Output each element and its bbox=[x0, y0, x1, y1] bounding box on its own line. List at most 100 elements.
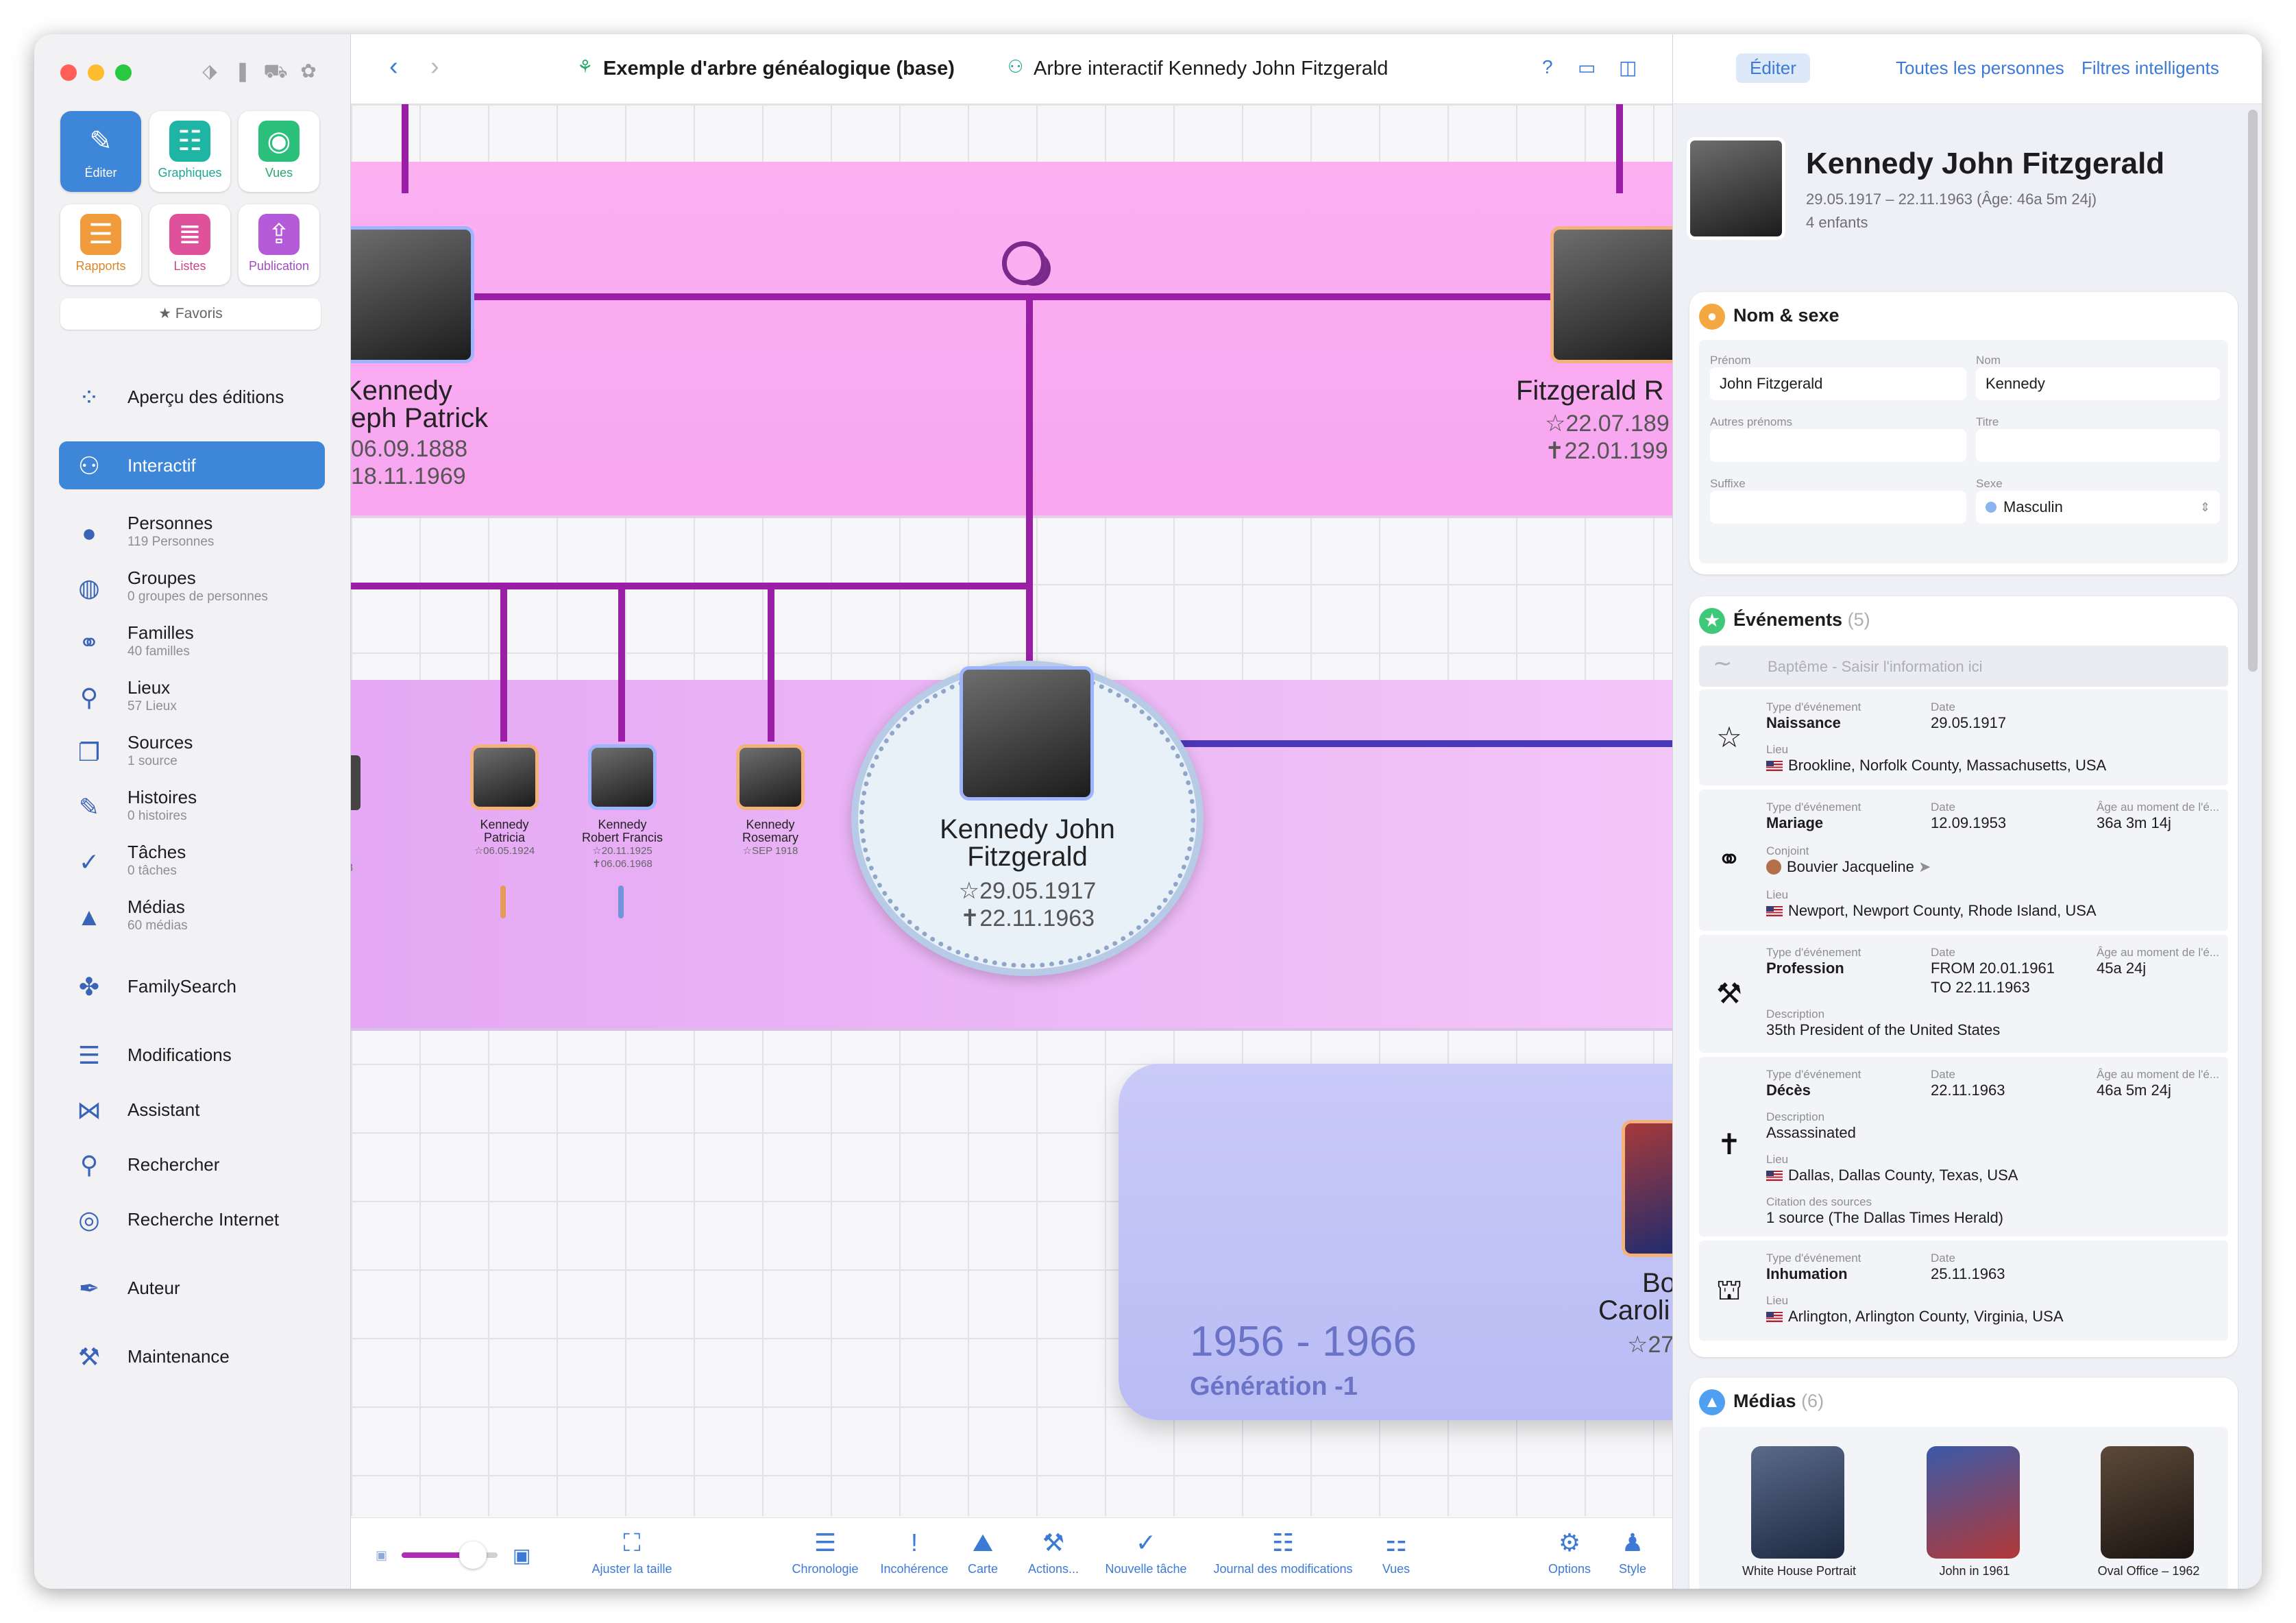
views-icon: ⚏ bbox=[1384, 1528, 1408, 1557]
minimize-window-button[interactable] bbox=[88, 64, 104, 81]
rings-icon: ⚭ bbox=[78, 629, 100, 657]
other-names-field[interactable] bbox=[1710, 429, 1966, 462]
window-layout-icon[interactable]: ▭ bbox=[1578, 56, 1596, 79]
last-name-field[interactable]: Kennedy bbox=[1976, 367, 2220, 400]
style-button[interactable]: ♟ Style bbox=[1605, 1526, 1660, 1576]
event-death[interactable]: ✝ Type d'événement Décès Date 22.11.1963… bbox=[1699, 1057, 2228, 1236]
spouse-name-1: Bo bbox=[1642, 1268, 1672, 1298]
name-sex-header: ● Nom & sexe bbox=[1699, 302, 1840, 330]
sidebar-item-assistant[interactable]: ⋈ Assistant bbox=[59, 1086, 325, 1134]
inspector-scrollbar[interactable] bbox=[2248, 110, 2258, 672]
bottom-toolbar: ▣ ▣ ⛶ Ajuster la taille ☰ Chronologie ! Inc… bbox=[351, 1517, 1672, 1589]
suffix-field[interactable] bbox=[1710, 491, 1966, 524]
zoom-out-icon[interactable]: ▣ bbox=[376, 1548, 387, 1563]
zoom-slider-thumb[interactable] bbox=[459, 1541, 487, 1569]
zoom-slider[interactable] bbox=[402, 1541, 498, 1569]
sibling-partial-portrait[interactable] bbox=[351, 755, 361, 810]
sidebar-item-persons[interactable]: ● Personnes 119 Personnes bbox=[59, 509, 325, 557]
child-card-robert[interactable]: Kennedy Robert Francis ☆20.11.1925 ✝06.0… bbox=[554, 818, 691, 870]
lists-button[interactable]: ≣ Listes bbox=[149, 204, 230, 285]
reports-button[interactable]: ☰ Rapports bbox=[60, 204, 141, 285]
tab-all-persons[interactable]: Toutes les personnes bbox=[1896, 58, 2064, 79]
person-icon: ● bbox=[82, 519, 97, 547]
options-button[interactable]: ⚙ Options bbox=[1535, 1526, 1604, 1576]
new-task-button[interactable]: ✓ Nouvelle tâche bbox=[1091, 1526, 1201, 1576]
father-birth: 06.09.1888 bbox=[351, 436, 468, 462]
timeline-button[interactable]: ☰ Chronologie bbox=[784, 1526, 866, 1576]
zoom-window-button[interactable] bbox=[115, 64, 132, 81]
zoom-in-icon[interactable]: ▣ bbox=[513, 1544, 530, 1567]
mother-portrait[interactable] bbox=[1550, 226, 1672, 363]
media-thumb-oval-office[interactable] bbox=[2101, 1446, 2194, 1559]
bookmark-icon[interactable]: ❚ bbox=[230, 59, 255, 84]
tree-canvas[interactable]: Kennedy eph Patrick 06.09.1888 18.11.196… bbox=[351, 104, 1672, 1516]
photo-icon: ▲ bbox=[1699, 1389, 1725, 1415]
child-portrait-patricia[interactable] bbox=[470, 744, 539, 810]
sidebar-item-places[interactable]: ⚲ Lieux 57 Lieux bbox=[59, 673, 325, 721]
warning-icon: ! bbox=[910, 1528, 918, 1557]
inspector-panel: Éditer Toutes les personnes Filtres inte… bbox=[1672, 34, 2262, 1589]
generation-years: 1956 - 1966 bbox=[1190, 1318, 1417, 1365]
mother-birth: ☆22.07.189 bbox=[1545, 411, 1670, 437]
sidebar-item-maintenance[interactable]: ⚒ Maintenance bbox=[59, 1332, 325, 1380]
sidebar-item-tasks[interactable]: ✓ Tâches 0 tâches bbox=[59, 838, 325, 886]
sidebar-item-author[interactable]: ✒ Auteur bbox=[59, 1264, 325, 1312]
child-card-patricia[interactable]: Kennedy Patricia ☆06.05.1924 bbox=[436, 818, 573, 857]
sidebar-item-groups[interactable]: ◍ Groupes 0 groupes de personnes bbox=[59, 563, 325, 611]
add-event-field[interactable]: ∼ Baptême - Saisir l'information ici bbox=[1699, 646, 2228, 687]
line-rosemary bbox=[768, 583, 774, 742]
changes-log-button[interactable]: ☷ Journal des modifications bbox=[1201, 1526, 1365, 1576]
sex-select[interactable]: Masculin ⇕ bbox=[1976, 491, 2220, 524]
person-icon: ● bbox=[1699, 303, 1725, 330]
options-icon: ⚙ bbox=[1558, 1528, 1581, 1557]
sidebar-item-search[interactable]: ⚲ Rechercher bbox=[59, 1140, 325, 1188]
charts-button[interactable]: ☷ Graphiques bbox=[149, 111, 230, 192]
hammer-icon: ⚒ bbox=[1716, 977, 1742, 1010]
fit-size-button[interactable]: ⛶ Ajuster la taille bbox=[577, 1526, 687, 1576]
events-header: ★ Événements (5) bbox=[1699, 606, 1870, 634]
edit-mode-button[interactable]: ✎ Éditer bbox=[60, 111, 141, 192]
child-portrait-robert[interactable] bbox=[588, 744, 657, 810]
child-portrait-rosemary[interactable] bbox=[736, 744, 805, 810]
person-portrait[interactable] bbox=[1687, 137, 1785, 240]
forward-button[interactable]: › bbox=[430, 52, 439, 82]
views-button[interactable]: ◉ Vues bbox=[239, 111, 319, 192]
sidebar-item-interactive[interactable]: ⚇ Interactif bbox=[59, 441, 325, 489]
close-window-button[interactable] bbox=[60, 64, 77, 81]
sidebar-item-familysearch[interactable]: ✤ FamilySearch bbox=[59, 962, 325, 1010]
sidebar-item-changes[interactable]: ☰ Modifications bbox=[59, 1031, 325, 1079]
inconsistency-button[interactable]: ! Incohérence bbox=[873, 1526, 955, 1576]
sidebar-item-web-search[interactable]: ◎ Recherche Internet bbox=[59, 1195, 325, 1243]
title-field[interactable] bbox=[1976, 429, 2220, 462]
father-portrait[interactable] bbox=[351, 226, 474, 363]
favorites-button[interactable]: ★ Favoris bbox=[60, 298, 321, 330]
tab-smart-filters[interactable]: Filtres intelligents bbox=[2081, 58, 2219, 79]
event-burial[interactable]: ⛫ Type d'événement Inhumation Date 25.11… bbox=[1699, 1241, 2228, 1341]
views-toolbar-button[interactable]: ⚏ Vues bbox=[1365, 1526, 1427, 1576]
tab-edit[interactable]: Éditer bbox=[1736, 53, 1810, 83]
back-button[interactable]: ‹ bbox=[389, 52, 398, 82]
sidebar-toggle-icon[interactable]: ◫ bbox=[1619, 56, 1637, 79]
event-profession[interactable]: ⚒ Type d'événement Profession Date FROM … bbox=[1699, 935, 2228, 1053]
spouse-link[interactable]: Bouvier Jacqueline ➤ bbox=[1766, 858, 1931, 876]
event-marriage[interactable]: ⚭ Type d'événement Mariage Date 12.09.19… bbox=[1699, 790, 2228, 931]
help-button[interactable]: ? bbox=[1542, 56, 1553, 78]
car-icon[interactable]: ⛟ bbox=[263, 59, 288, 84]
brain-icon[interactable]: ✿ bbox=[296, 59, 321, 84]
event-birth[interactable]: ☆ Type d'événement Naissance Date 29.05.… bbox=[1699, 690, 2228, 785]
media-thumb-white-house-portrait[interactable] bbox=[1751, 1446, 1844, 1559]
sidebar-item-stories[interactable]: ✎ Histoires 0 histoires bbox=[59, 783, 325, 831]
media-thumb-john-1961[interactable] bbox=[1927, 1446, 2020, 1559]
first-name-field[interactable]: John Fitzgerald bbox=[1710, 367, 1966, 400]
spouse-portrait[interactable] bbox=[1622, 1120, 1672, 1257]
child-card-rosemary[interactable]: Kennedy Rosemary ☆SEP 1918 bbox=[702, 818, 839, 857]
sidebar-item-sources[interactable]: ❐ Sources 1 source bbox=[59, 728, 325, 776]
tag-icon[interactable]: ⬗ bbox=[197, 59, 222, 84]
publication-button[interactable]: ⇪ Publication bbox=[239, 204, 319, 285]
actions-button[interactable]: ⚒ Actions... bbox=[1016, 1526, 1091, 1576]
sidebar-item-media[interactable]: ▲ Médias 60 médias bbox=[59, 892, 325, 940]
sidebar-item-overview[interactable]: ⁘ Aperçu des éditions bbox=[59, 373, 325, 421]
map-button[interactable]: ⛰ Carte bbox=[955, 1526, 1010, 1576]
sidebar-item-families[interactable]: ⚭ Familles 40 familles bbox=[59, 618, 325, 666]
focus-portrait[interactable] bbox=[960, 666, 1094, 801]
